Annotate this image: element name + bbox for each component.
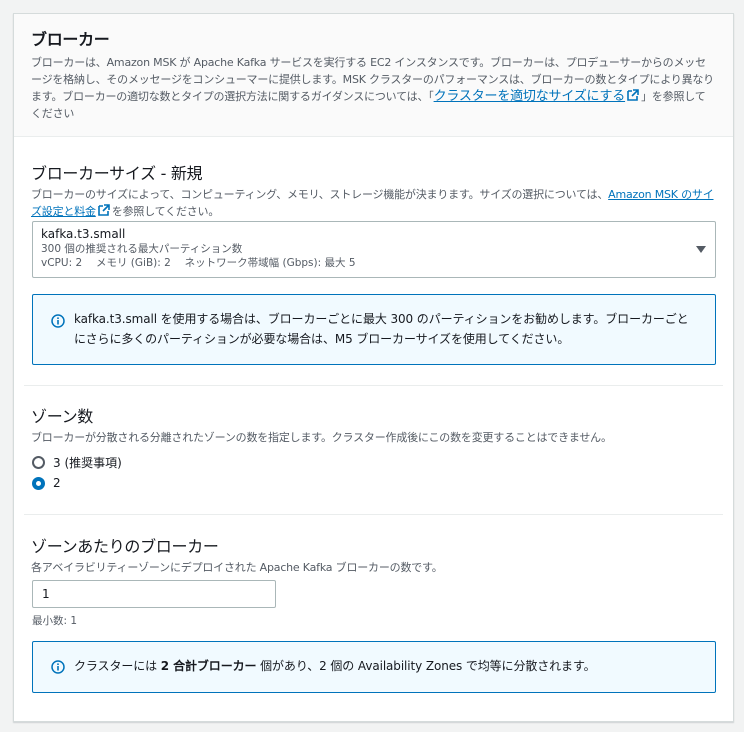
radio-unchecked-icon[interactable] — [32, 456, 45, 469]
external-link-icon — [627, 89, 639, 101]
info-icon — [51, 660, 65, 674]
broker-panel: ブローカー ブローカーは、Amazon MSK が Apache Kafka サ… — [13, 13, 734, 722]
total-brokers-info-alert: クラスターには 2 合計ブローカー 個があり、2 個の Availability… — [32, 641, 716, 693]
broker-size-select[interactable]: kafka.t3.small 300 個の推奨される最大パーティション数 vCP… — [32, 221, 716, 278]
zones-description: ブローカーが分散される分離されたゾーンの数を指定します。クラスター作成後にこの数… — [31, 431, 612, 444]
radio-checked-icon[interactable] — [32, 476, 45, 490]
external-link-icon — [98, 204, 110, 216]
broker-size-info-alert: kafka.t3.small を使用する場合は、ブローカーごとに最大 300 の… — [32, 294, 716, 365]
zone-option-2[interactable]: 2 — [32, 476, 61, 490]
broker-description: ブローカーは、Amazon MSK が Apache Kafka サービスを実行… — [31, 56, 714, 120]
brokers-per-zone-description: 各アベイラビリティーゾーンにデプロイされた Apache Kafka ブローカー… — [31, 561, 443, 574]
zones-section: ゾーン数 ブローカーが分散される分離されたゾーンの数を指定します。クラスター作成… — [31, 407, 716, 446]
info-icon — [51, 314, 65, 328]
right-size-cluster-link[interactable]: クラスターを適切なサイズにする — [434, 89, 626, 104]
broker-size-section: ブローカーサイズ - 新規 ブローカーのサイズによって、コンピューティング、メモ… — [31, 164, 716, 220]
broker-size-partitions: 300 個の推奨される最大パーティション数 — [41, 243, 243, 255]
zone-option-3[interactable]: 3 (推奨事項) — [32, 454, 122, 471]
divider — [24, 514, 723, 515]
brokers-per-zone-title: ゾーンあたりのブローカー — [31, 537, 219, 556]
minimum-hint: 最小数: 1 — [32, 615, 78, 627]
brokers-per-zone-section: ゾーンあたりのブローカー 各アベイラビリティーゾーンにデプロイされた Apach… — [31, 537, 716, 576]
divider — [24, 385, 723, 386]
broker-title: ブローカー — [31, 30, 110, 49]
total-brokers-info-text: クラスターには 2 合計ブローカー 個があり、2 個の Availability… — [74, 659, 596, 673]
broker-size-description: ブローカーのサイズによって、コンピューティング、メモリ、ストレージ機能が決まりま… — [31, 188, 714, 218]
broker-size-info-text: kafka.t3.small を使用する場合は、ブローカーごとに最大 300 の… — [74, 312, 689, 346]
broker-size-title: ブローカーサイズ - 新規 — [31, 164, 203, 183]
zones-title: ゾーン数 — [31, 407, 94, 426]
selected-broker-size: kafka.t3.small — [41, 227, 126, 241]
broker-header: ブローカー ブローカーは、Amazon MSK が Apache Kafka サ… — [14, 14, 733, 137]
broker-size-specs: vCPU: 2 メモリ (GiB): 2 ネットワーク帯域幅 (Gbps): 最… — [41, 257, 356, 269]
brokers-per-zone-input[interactable]: 1 — [32, 580, 276, 608]
caret-down-icon — [696, 246, 706, 253]
